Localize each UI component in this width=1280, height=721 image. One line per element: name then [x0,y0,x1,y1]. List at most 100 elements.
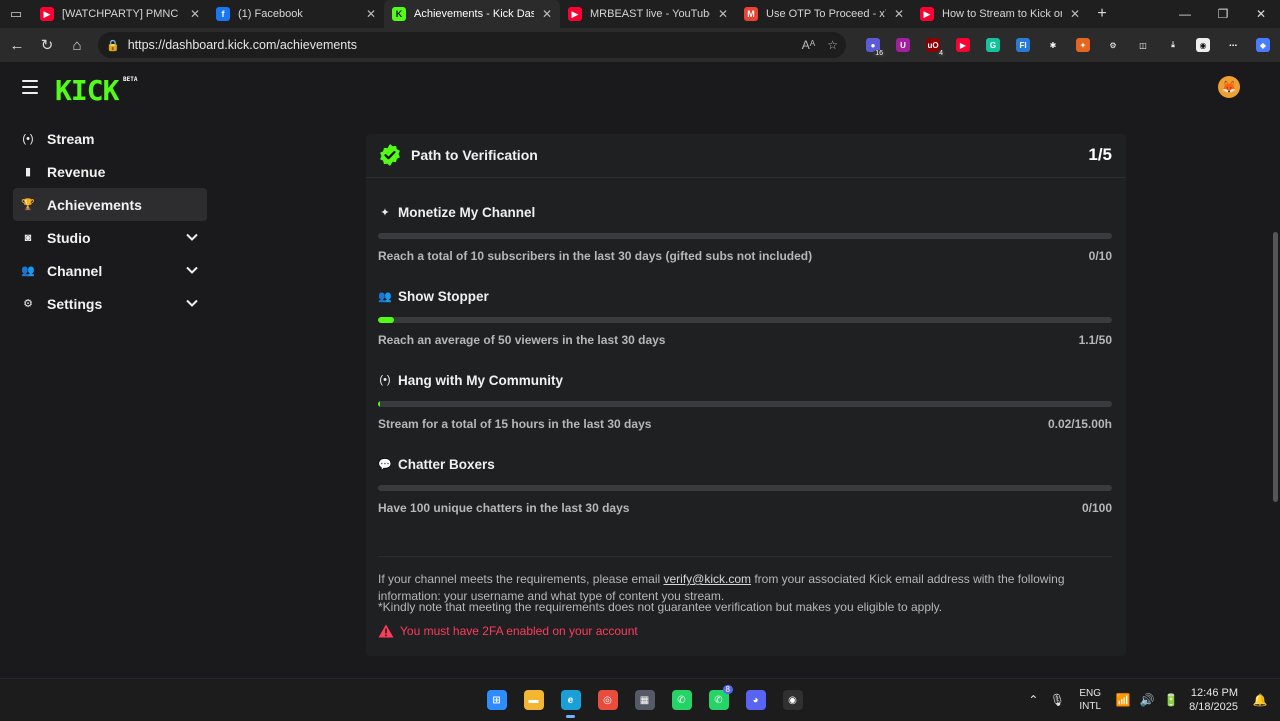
ublock-origin-icon[interactable]: uO 4 [918,32,948,58]
youtube-icon: ▶ [40,7,54,21]
close-tab-icon[interactable]: ✕ [718,7,728,21]
taskbar-app-glyph: ⊞ [486,690,507,710]
close-tab-icon[interactable]: ✕ [190,7,200,21]
grammarly-icon[interactable]: G [978,32,1008,58]
minimize-icon[interactable]: — [1166,0,1204,28]
close-tab-icon[interactable]: ✕ [1070,7,1080,21]
close-tab-icon[interactable]: ✕ [542,7,552,21]
page-scrollbar[interactable] [1273,232,1278,502]
discord-icon[interactable]: ◕ [737,679,774,721]
browser-tab[interactable]: ▶ [WATCHPARTY] PMNC SA Fa ✕ [32,0,208,28]
tab-title: (1) Facebook [238,8,303,20]
profile-icon[interactable]: ◉ [1188,32,1218,58]
back-icon[interactable]: ← [2,30,32,60]
maximize-icon[interactable]: ❐ [1204,0,1242,28]
favorite-star-icon[interactable]: ☆ [827,38,838,52]
edge-icon[interactable]: e [552,679,589,721]
chevron-down-icon[interactable] [185,296,199,310]
task-heading: 💬 Chatter Boxers [378,456,495,472]
extension-icon-1[interactable]: ● 16 [858,32,888,58]
task-description: Reach an average of 50 viewers in the la… [378,333,666,347]
chrome-icon[interactable]: ◎ [589,679,626,721]
clock[interactable]: 12:46 PM 8/18/2025 [1189,686,1238,714]
volume-icon[interactable]: 🔊 [1135,693,1159,707]
task-progress-bar [378,317,1112,323]
tab-title: [WATCHPARTY] PMNC SA Fa [62,8,182,20]
browser-tab[interactable]: M Use OTP To Proceed - x7b46 ✕ [736,0,912,28]
file-explorer-icon[interactable]: ▬ [515,679,552,721]
tab-actions-icon[interactable]: ▭ [0,0,32,28]
windows-taskbar: ⊞ ▬ e ◎ ▦ ✆ ✆ 8 ◕ ◉ ⌃ 🎙 ENG INTL 📶 🔊 🔋 12:46 PM 8… [0,678,1280,720]
fox-icon[interactable]: ✦ [1068,32,1098,58]
copilot-icon[interactable]: ◆ [1248,32,1278,58]
verification-note: If your channel meets the requirements, … [378,556,1112,605]
task-description: Stream for a total of 15 hours in the la… [378,417,652,431]
sidebar-item-achievements[interactable]: 🏆 Achievements [13,188,207,221]
ublock-icon[interactable]: U [888,32,918,58]
broadcast-icon: (•) [22,132,34,145]
chevron-down-icon[interactable] [185,230,199,244]
sidebar-item-stream[interactable]: (•) Stream [13,122,207,155]
lang-bottom: INTL [1079,701,1102,712]
read-aloud-icon[interactable]: Aᴬ [802,38,815,52]
task-progress-value: 0/10 [1088,249,1112,263]
lang-top: ENG [1079,688,1102,699]
extension-badge: 4 [937,50,945,57]
tab-title: Achievements - Kick Dashbo [414,8,534,20]
wifi-icon[interactable]: 📶 [1111,693,1135,707]
task-progress-bar [378,401,1112,407]
sidebar-item-settings[interactable]: ⚙ Settings [13,287,207,320]
browser-tab[interactable]: K Achievements - Kick Dashbo ✕ [384,0,560,28]
extensions-toolbar: ● 16 UuO 4 ▶ G FI ✱ ✦ ⚙ ◫ ⤓ ◉ ⋯ ◆ [858,32,1278,58]
tool-icon[interactable]: ✱ [1038,32,1068,58]
extension-glyph: ◫ [1136,38,1150,52]
clock-time: 12:46 PM [1190,687,1238,699]
notification-icon[interactable]: 🔔 [1248,693,1272,707]
task-heading: ✦ Monetize My Channel [378,204,535,220]
split-screen-icon[interactable]: ◫ [1128,32,1158,58]
windows-start-icon[interactable]: ⊞ [478,679,515,721]
more-icon[interactable]: ⋯ [1218,32,1248,58]
address-bar[interactable]: 🔒 https://dashboard.kick.com/achievement… [98,32,846,58]
kick-logo[interactable]: KICK BETA [55,74,137,107]
url-text: https://dashboard.kick.com/achievements [127,38,357,52]
menu-icon[interactable] [22,80,38,94]
close-tab-icon[interactable]: ✕ [894,7,904,21]
extension-glyph: G [986,38,1000,52]
dashboard-top-nav: KICK BETA 🦊 [0,62,1280,114]
sidebar-item-studio[interactable]: ◙ Studio [13,221,207,254]
youtube-ext-icon[interactable]: ▶ [948,32,978,58]
store-icon[interactable]: ▦ [626,679,663,721]
beta-label: BETA [123,76,138,83]
whatsapp-business-icon[interactable]: ✆ 8 [700,679,737,721]
chevron-down-icon[interactable] [185,263,199,277]
avatar[interactable]: 🦊 [1218,76,1240,98]
taskbar-app-glyph: ▦ [634,690,655,710]
browser-tab[interactable]: ▶ MRBEAST live - YouTube ✕ [560,0,736,28]
new-tab-button[interactable]: + [1088,5,1116,23]
microphone-icon[interactable]: 🎙 [1045,693,1069,707]
refresh-icon[interactable]: ↻ [32,30,62,60]
sidebar-item-channel[interactable]: 👥 Channel [13,254,207,287]
battery-icon[interactable]: 🔋 [1159,693,1183,707]
tab-title: Use OTP To Proceed - x7b46 [766,8,886,20]
close-tab-icon[interactable]: ✕ [366,7,376,21]
lock-icon[interactable]: 🔒 [106,39,120,52]
chat-icon: 💬 [378,458,392,471]
browser-tab[interactable]: ▶ How to Stream to Kick on PC ✕ [912,0,1088,28]
verify-email-link[interactable]: verify@kick.com [663,572,751,586]
gmail-icon: M [744,7,758,21]
download-icon[interactable]: ⤓ [1158,32,1188,58]
puzzle-icon[interactable]: ⚙ [1098,32,1128,58]
language-indicator[interactable]: ENG INTL [1079,687,1101,713]
fi-icon[interactable]: FI [1008,32,1038,58]
chevron-up-icon[interactable]: ⌃ [1021,693,1045,707]
browser-tab[interactable]: f (1) Facebook ✕ [208,0,384,28]
whatsapp-icon[interactable]: ✆ [663,679,700,721]
sidebar-item-revenue[interactable]: ▮ Revenue [13,155,207,188]
obs-icon[interactable]: ◉ [774,679,811,721]
home-icon[interactable]: ⌂ [62,30,92,60]
achievement-task: ✦ Monetize My Channel Reach a total of 10 … [378,204,1112,264]
sidebar: (•) Stream ▮ Revenue 🏆 Achievements ◙ Studio 👥 Ch… [13,122,207,320]
close-window-icon[interactable]: ✕ [1242,0,1280,28]
